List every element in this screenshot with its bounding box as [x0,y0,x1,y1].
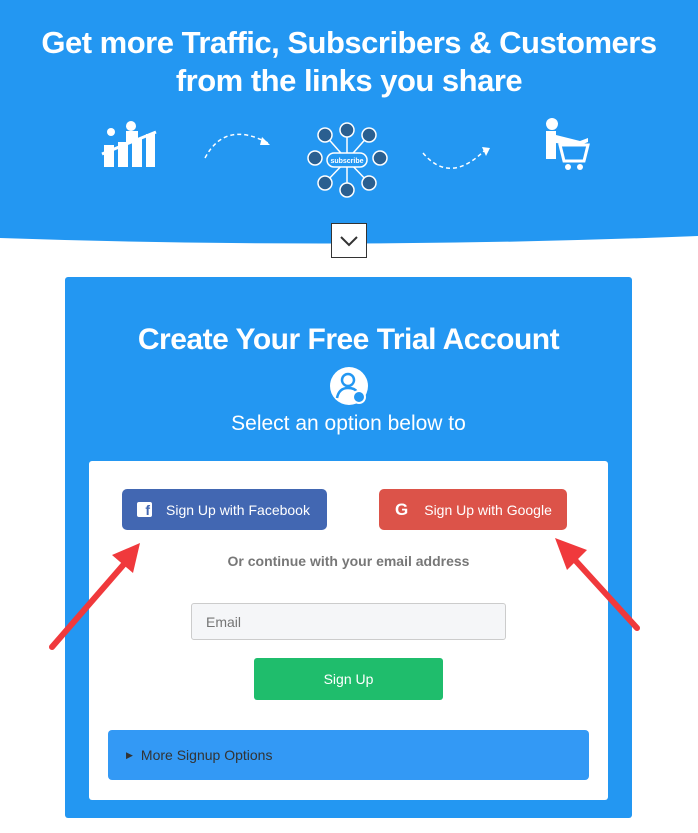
growth-chart-icon [100,120,160,170]
subscribe-network-icon: subscribe [305,120,390,200]
hero-title: Get more Traffic, Subscribers & Customer… [41,25,657,98]
card-subtitle: Select an option below to [231,412,466,435]
card-title: Create Your Free Trial Account [137,323,560,356]
google-signup-button[interactable]: G Sign Up with Google [379,489,567,530]
signup-form: f Sign Up with Facebook G Sign Up with Goo… [89,461,608,800]
subscribe-label: subscribe [330,158,363,165]
signup-card: Create Your Free Trial Account Select an… [65,277,632,818]
more-signup-options-toggle[interactable]: ▶ More Signup Options [108,730,589,780]
user-settings-icon [330,367,368,405]
scroll-down-button[interactable] [331,223,367,258]
facebook-signup-button[interactable]: f Sign Up with Facebook [122,489,327,530]
chevron-down-icon [340,235,358,246]
dashed-arrow-icon [420,145,495,180]
sign-up-button[interactable]: Sign Up [254,658,443,700]
email-input[interactable] [191,603,506,640]
shopping-cart-customer-icon [540,115,595,175]
dashed-arrow-icon [200,125,275,165]
hero-banner: Get more Traffic, Subscribers & Customer… [0,0,698,250]
caret-right-icon: ▶ [126,749,133,760]
or-continue-text: Or continue with your email address [227,553,470,569]
facebook-icon: f [137,502,152,517]
google-icon: G [395,499,409,519]
